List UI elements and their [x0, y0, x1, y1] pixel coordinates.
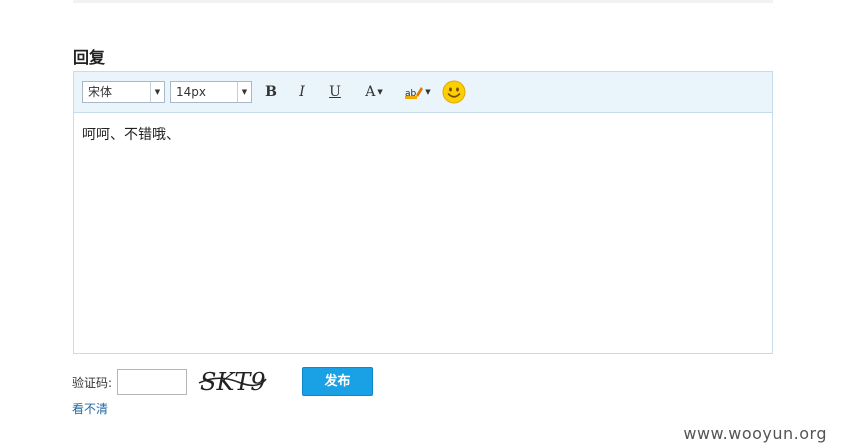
chevron-down-icon: ▼ — [425, 88, 431, 96]
smiley-icon[interactable] — [442, 80, 466, 104]
captcha-image[interactable]: SKT9 — [198, 366, 268, 396]
chevron-down-icon: ▼ — [377, 88, 383, 96]
watermark: www.wooyun.org — [683, 424, 827, 443]
captcha-refresh-link[interactable]: 看不清 — [72, 400, 108, 417]
font-family-value: 宋体 — [88, 85, 113, 99]
publish-button[interactable]: 发布 — [302, 367, 373, 396]
highlight-button[interactable]: ab ▼ — [402, 82, 434, 102]
bold-button[interactable]: B — [262, 82, 280, 102]
font-color-button[interactable]: A ▼ — [358, 82, 390, 102]
reply-heading: 回复 — [73, 48, 106, 67]
top-divider — [73, 0, 773, 3]
rich-text-editor[interactable]: 宋体 ▼ 14px ▼ B I U A ▼ ab ▼ 呵呵、不错哦、 — [73, 71, 773, 354]
captcha-label: 验证码: — [72, 376, 113, 390]
editor-toolbar: 宋体 ▼ 14px ▼ B I U A ▼ ab ▼ — [74, 72, 772, 113]
chevron-down-icon: ▼ — [150, 82, 164, 102]
editor-content[interactable]: 呵呵、不错哦、 — [82, 124, 180, 144]
underline-button[interactable]: U — [326, 82, 344, 102]
font-size-value: 14px — [176, 85, 206, 99]
captcha-image-text: SKT9 — [200, 368, 266, 396]
font-family-select[interactable]: 宋体 ▼ — [82, 81, 165, 103]
italic-button[interactable]: I — [293, 82, 311, 102]
chevron-down-icon: ▼ — [237, 82, 251, 102]
highlight-marker-icon: ab — [405, 87, 424, 99]
font-size-select[interactable]: 14px ▼ — [170, 81, 252, 103]
captcha-input[interactable] — [117, 369, 187, 395]
font-color-label: A — [365, 84, 376, 100]
